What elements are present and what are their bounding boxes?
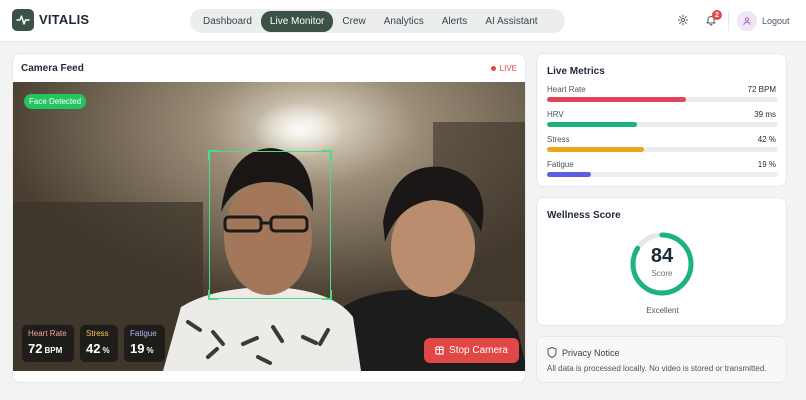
live-metrics-card: Live Metrics Heart Rate 72 BPM HRV 39 ms… [536,53,787,187]
app-name: VITALIS [39,12,90,27]
detection-corner [322,290,332,300]
metric-stress-bar [547,147,645,152]
overlay-stress-number: 42 [86,341,101,356]
metric-hrv-track [547,122,778,127]
overlay-heart-rate: Heart Rate 72 BPM [22,325,74,362]
wellness-score-value: 84 [650,245,674,267]
overlay-stress: Stress 42% [80,325,118,362]
nav-item-crew[interactable]: Crew [333,11,374,32]
metric-heart-rate-bar [547,97,686,102]
app-header: VITALIS Dashboard Live Monitor Crew Anal… [0,0,806,42]
overlay-stress-label: Stress [86,329,109,338]
metric-hrv-bar [547,122,638,127]
live-indicator: LIVE [490,64,517,73]
overlay-heart-rate-unit: BPM [44,346,63,355]
pulse-logo-icon [12,9,34,31]
overlay-heart-rate-number: 72 [28,341,43,356]
detection-corner [208,150,218,160]
privacy-card: Privacy Notice All data is processed loc… [536,336,787,383]
detection-corner [208,290,218,300]
overlay-fatigue-label: Fatigue [130,329,157,338]
wellness-score-label: Score [651,269,673,278]
gear-icon[interactable] [675,12,691,28]
detection-corner [322,150,332,160]
metric-heart-rate-track [547,97,778,102]
nav-item-alerts[interactable]: Alerts [433,11,477,32]
camera-feed: Face Detected Heart Rate 72 BPM Stress 42… [13,82,525,371]
metric-heart-rate-value: 72 BPM [747,85,776,94]
overlay-fatigue-value: 19% [130,341,159,356]
overlay-fatigue-unit: % [146,346,154,355]
metric-stress-value: 42 % [757,135,776,144]
header-divider [728,11,729,31]
metric-stress-track [547,147,778,152]
camera-card: Camera Feed LIVE Face Detected Heart Rat… [12,53,526,383]
wellness-gauge: 84 Score [629,231,695,297]
nav-item-ai-assistant[interactable]: AI Assistant [476,11,546,32]
metric-fatigue-bar [547,172,591,177]
wellness-rating: Excellent [646,306,679,315]
metric-hrv-value: 39 ms [754,110,776,119]
metric-fatigue-label: Fatigue [547,160,574,169]
nav-item-analytics[interactable]: Analytics [375,11,433,32]
overlay-heart-rate-label: Heart Rate [28,329,67,338]
wellness-title: Wellness Score [547,210,621,221]
shield-icon [547,347,557,358]
privacy-text: All data is processed locally. No video … [547,364,767,373]
metric-hrv-label: HRV [547,110,564,119]
nav-item-dashboard[interactable]: Dashboard [194,11,261,32]
overlay-stress-unit: % [102,346,110,355]
face-detection-box [208,150,332,300]
metric-stress-label: Stress [547,135,570,144]
live-label: LIVE [499,64,517,73]
user-icon[interactable] [737,11,757,31]
overlay-fatigue: Fatigue 19% [124,325,165,362]
metric-fatigue-track [547,172,778,177]
live-dot-icon [490,66,496,71]
stop-camera-button[interactable]: Stop Camera [424,338,519,363]
camera-off-icon [435,346,444,355]
overlay-fatigue-number: 19 [130,341,145,356]
metric-fatigue-value: 19 % [757,160,776,169]
privacy-title: Privacy Notice [562,348,620,358]
overlay-heart-rate-value: 72 BPM [28,341,68,356]
face-detected-badge: Face Detected [24,94,87,109]
nav-item-live-monitor[interactable]: Live Monitor [260,10,334,32]
logout-link[interactable]: Logout [762,16,790,26]
camera-title: Camera Feed [21,63,84,74]
overlay-stress-value: 42% [86,341,112,356]
notification-badge: 2 [712,10,722,20]
metric-heart-rate-label: Heart Rate [547,85,586,94]
wellness-card: Wellness Score 84 Score Excellent [536,197,787,326]
live-metrics-title: Live Metrics [547,66,605,77]
main-nav: Dashboard Live Monitor Crew Analytics Al… [190,9,565,33]
stop-camera-label: Stop Camera [449,345,508,356]
